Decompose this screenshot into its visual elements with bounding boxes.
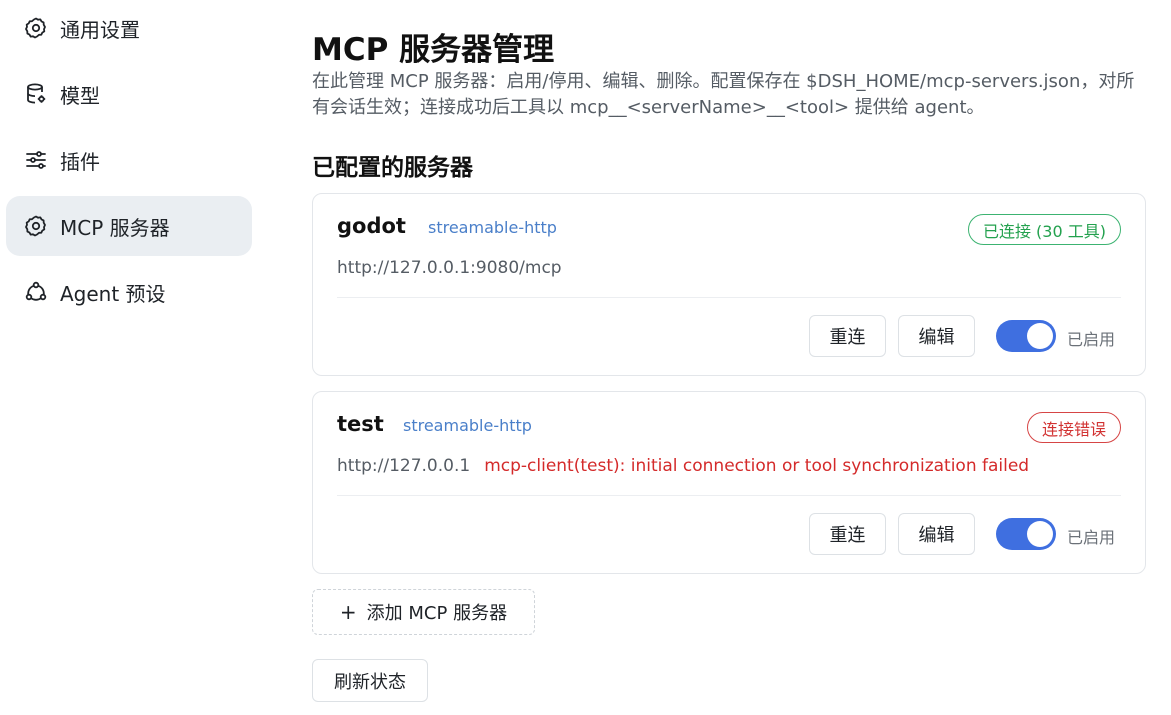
sliders-icon: [24, 148, 48, 172]
server-card-test: test streamable-http 连接错误 http://127.0.0…: [312, 391, 1146, 574]
sidebar-item-label: 模型: [60, 83, 100, 108]
add-server-label: 添加 MCP 服务器: [366, 603, 508, 624]
sidebar-item-plugins[interactable]: 插件: [6, 130, 252, 190]
card-divider: [337, 297, 1121, 298]
sidebar: 通用设置 模型 插件 MCP 服务器 Agent 预设: [0, 0, 262, 715]
sidebar-item-general[interactable]: 通用设置: [6, 0, 252, 58]
page-title: MCP 服务器管理: [312, 32, 555, 68]
database-icon: [24, 82, 48, 106]
reconnect-button[interactable]: 重连: [809, 315, 886, 357]
page-description: 在此管理 MCP 服务器：启用/停用、编辑、删除。配置保存在 $DSH_HOME…: [312, 71, 1135, 118]
server-name: godot: [337, 214, 406, 238]
server-card-godot: godot streamable-http 已连接 (30 工具) http:/…: [312, 193, 1146, 376]
refresh-status-button[interactable]: 刷新状态: [312, 659, 428, 702]
server-url-text: http://127.0.0.1: [337, 456, 471, 476]
server-url-text: http://127.0.0.1:9080/mcp: [337, 258, 562, 278]
enabled-label: 已启用: [1067, 528, 1116, 547]
sidebar-item-label: 通用设置: [60, 17, 140, 42]
enabled-toggle[interactable]: [996, 320, 1056, 352]
server-transport: streamable-http: [428, 218, 557, 237]
server-name: test: [337, 412, 384, 436]
sidebar-item-label: MCP 服务器: [60, 215, 170, 240]
edit-button[interactable]: 编辑: [898, 513, 975, 555]
sidebar-item-mcp-servers[interactable]: MCP 服务器: [6, 196, 252, 256]
reconnect-button[interactable]: 重连: [809, 513, 886, 555]
plus-icon: +: [339, 600, 357, 624]
sidebar-item-models[interactable]: 模型: [6, 64, 252, 124]
settings-window: 通用设置 模型 插件 MCP 服务器 Agent 预设 MCP 服务器管理 在此…: [0, 0, 1171, 715]
sidebar-item-label: Agent 预设: [60, 281, 166, 306]
network-icon: [24, 280, 48, 304]
sidebar-item-label: 插件: [60, 149, 100, 174]
enabled-toggle[interactable]: [996, 518, 1056, 550]
add-server-button[interactable]: + 添加 MCP 服务器: [312, 589, 535, 635]
toggle-knob: [1027, 323, 1053, 349]
server-transport: streamable-http: [403, 416, 532, 435]
toggle-knob: [1027, 521, 1053, 547]
server-url: http://127.0.0.1 mcp-client(test): initia…: [337, 456, 1029, 476]
card-divider: [337, 495, 1121, 496]
error-message: mcp-client(test): initial connection or …: [484, 456, 1030, 476]
gear-icon: [24, 16, 48, 40]
status-badge: 已连接 (30 工具): [967, 214, 1121, 245]
edit-button[interactable]: 编辑: [898, 315, 975, 357]
server-url: http://127.0.0.1:9080/mcp: [337, 258, 562, 278]
gear-icon: [24, 214, 48, 238]
status-badge: 连接错误: [1026, 412, 1121, 443]
sidebar-item-agent-presets[interactable]: Agent 预设: [6, 262, 252, 322]
enabled-label: 已启用: [1067, 330, 1116, 349]
section-title: 已配置的服务器: [312, 155, 473, 181]
